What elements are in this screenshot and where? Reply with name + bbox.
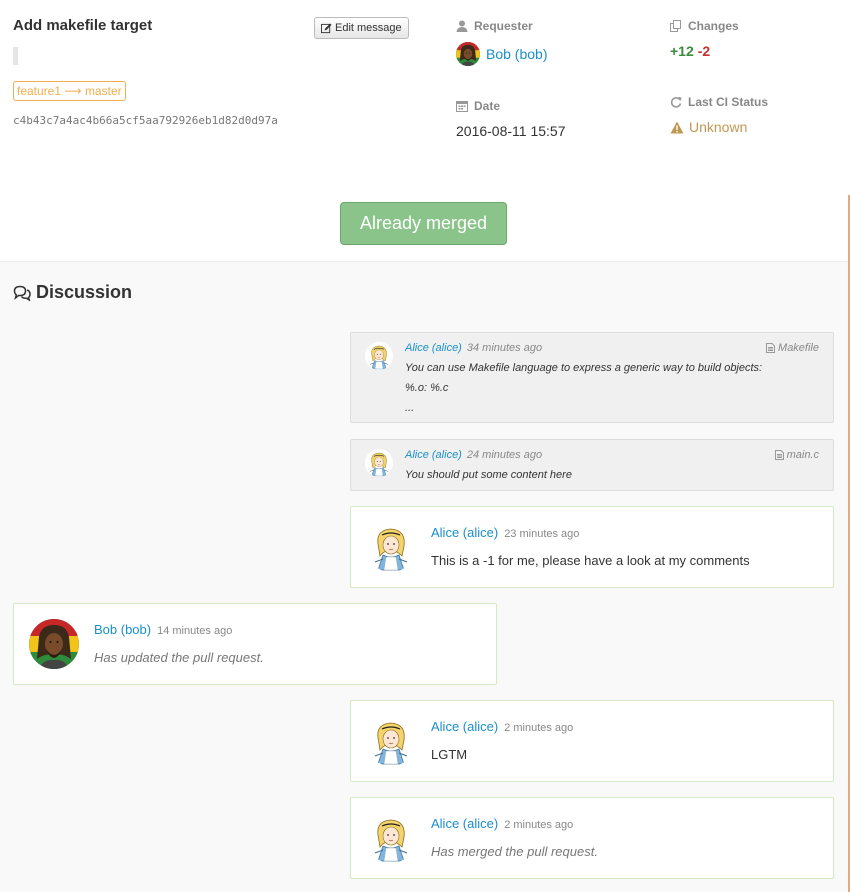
discussion-heading: Discussion xyxy=(13,282,132,303)
pr-header: Add makefile target Edit message feature… xyxy=(0,0,850,262)
comment-time: 14 minutes ago xyxy=(157,625,233,637)
comments-icon xyxy=(13,285,31,301)
comment-author[interactable]: Alice (alice) xyxy=(405,449,462,461)
discussion-title: Discussion xyxy=(36,282,133,302)
files-icon xyxy=(670,20,681,32)
branch-from: feature1 xyxy=(17,84,62,98)
page-title: Add makefile target xyxy=(13,17,153,34)
discussion-section: Discussion Alice (alice) 34 minutes ago … xyxy=(0,262,848,892)
alice-avatar[interactable] xyxy=(365,449,393,477)
inline-comment: Alice (alice) 34 minutes ago Makefile Yo… xyxy=(350,332,834,423)
comment-time: 2 minutes ago xyxy=(504,722,574,734)
file-reference[interactable]: Makefile xyxy=(766,342,819,354)
alice-avatar[interactable] xyxy=(366,522,416,572)
description-placeholder xyxy=(13,47,18,65)
ci-status: Unknown xyxy=(670,119,747,135)
comment-line: %.o: %.c xyxy=(405,382,449,394)
file-reference[interactable]: main.c xyxy=(774,449,819,461)
alice-avatar[interactable] xyxy=(365,342,393,370)
comment-line: You can use Makefile language to express… xyxy=(405,362,763,374)
requester-avatar[interactable] xyxy=(456,42,480,66)
requester-label-text: Requester xyxy=(474,19,533,33)
comment-author[interactable]: Alice (alice) xyxy=(431,719,498,734)
comment-time: 23 minutes ago xyxy=(504,528,580,540)
bob-avatar[interactable] xyxy=(29,619,79,669)
file-name: main.c xyxy=(786,449,819,461)
refresh-icon xyxy=(670,97,682,108)
comment: Alice (alice) 2 minutes ago LGTM xyxy=(350,700,834,782)
file-icon xyxy=(766,343,776,353)
date-label-text: Date xyxy=(474,99,501,113)
ci-status-value: Unknown xyxy=(689,119,748,135)
warning-icon xyxy=(670,121,684,133)
date-label: Date xyxy=(456,99,500,113)
changes-label: Changes xyxy=(670,19,739,33)
changes-label-text: Changes xyxy=(688,19,739,33)
edit-message-button[interactable]: Edit message xyxy=(314,17,409,39)
comment: Bob (bob) 14 minutes ago Has updated the… xyxy=(13,603,497,685)
comment-author[interactable]: Bob (bob) xyxy=(94,622,151,637)
ci-status-label-text: Last CI Status xyxy=(688,95,769,109)
comment: Alice (alice) 2 minutes ago Has merged t… xyxy=(350,797,834,879)
comment-line: You should put some content here xyxy=(405,469,572,481)
comment-body: This is a -1 for me, please have a look … xyxy=(431,553,750,568)
comment-author[interactable]: Alice (alice) xyxy=(431,525,498,540)
comment: Alice (alice) 23 minutes ago This is a -… xyxy=(350,506,834,588)
branch-arrow: ⟶ xyxy=(64,84,82,98)
already-merged-button[interactable]: Already merged xyxy=(340,202,507,245)
calendar-icon xyxy=(456,101,468,112)
edit-message-label: Edit message xyxy=(335,22,402,34)
edit-icon xyxy=(321,22,332,33)
file-name: Makefile xyxy=(778,342,819,354)
date-value: 2016-08-11 15:57 xyxy=(456,123,566,139)
comment-author[interactable]: Alice (alice) xyxy=(431,816,498,831)
file-icon xyxy=(774,450,784,460)
user-icon xyxy=(456,20,468,32)
requester-label: Requester xyxy=(456,19,533,33)
lines-added: +12 xyxy=(670,43,694,59)
comment-time: 34 minutes ago xyxy=(466,342,543,354)
alice-avatar[interactable] xyxy=(366,716,416,766)
lines-removed: -2 xyxy=(697,43,711,59)
branch-to: master xyxy=(84,84,122,98)
comment-author[interactable]: Alice (alice) xyxy=(405,342,462,354)
comment-line: ... xyxy=(405,402,415,414)
requester: Bob (bob) xyxy=(456,42,547,66)
comment-time: 24 minutes ago xyxy=(466,449,543,461)
inline-comment: Alice (alice) 24 minutes ago main.c You … xyxy=(350,439,834,491)
comment-time: 2 minutes ago xyxy=(504,819,574,831)
requester-link[interactable]: Bob (bob) xyxy=(486,46,547,62)
ci-status-label: Last CI Status xyxy=(670,95,768,109)
comment-body: LGTM xyxy=(431,747,468,762)
commit-hash: c4b43c7a4ac4b66a5cf5aa792926eb1d82d0d97a xyxy=(13,114,278,127)
alice-avatar[interactable] xyxy=(366,813,416,863)
comment-body: Has updated the pull request. xyxy=(94,650,264,665)
comment-body: Has merged the pull request. xyxy=(431,844,598,859)
changes-count: +12 -2 xyxy=(670,43,710,59)
branch-badge: feature1 ⟶ master xyxy=(13,81,126,101)
